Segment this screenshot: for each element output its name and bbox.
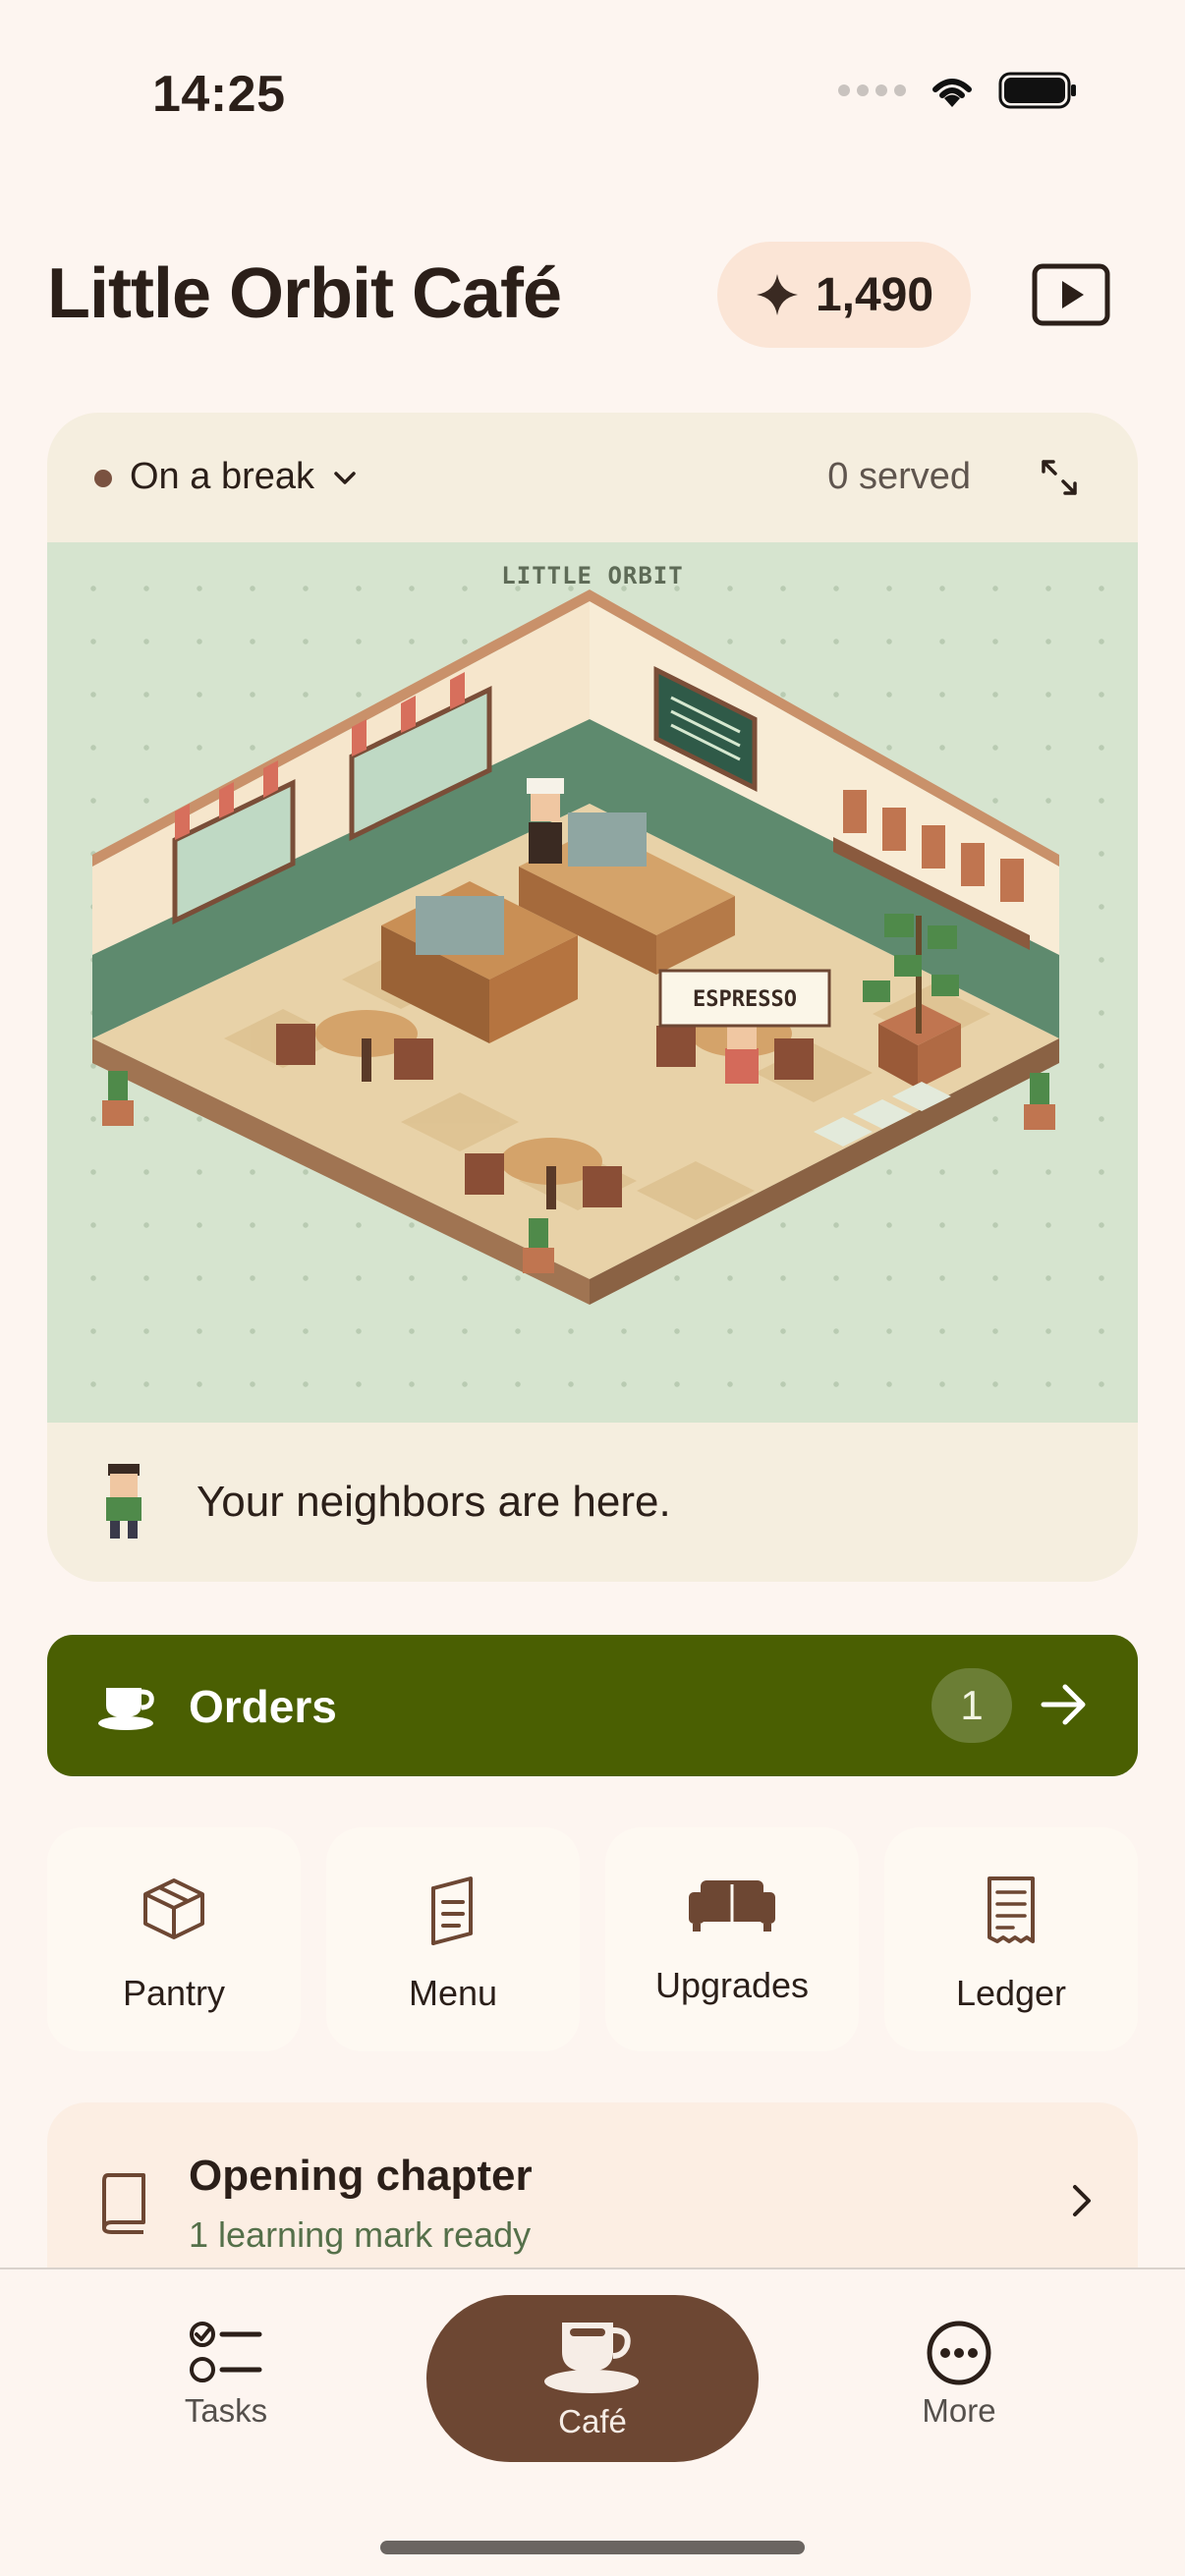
tab-more[interactable]: More — [880, 2319, 1038, 2430]
pantry-label: Pantry — [122, 1973, 226, 2013]
chevron-down-icon[interactable] — [330, 464, 360, 493]
menu-book-icon — [431, 1876, 473, 1945]
cafe-scene[interactable]: LITTLE ORBIT ESPRESSO — [47, 542, 1138, 1423]
ledger-tile[interactable]: Ledger — [884, 1827, 1138, 2051]
chevron-right-icon — [1073, 2185, 1091, 2216]
tab-more-label: More — [922, 2392, 996, 2429]
served-count: 0 served — [827, 456, 971, 497]
box-icon — [143, 1878, 204, 1939]
opening-chapter-card[interactable]: Opening chapter 1 learning mark ready — [47, 2102, 1138, 2269]
play-video-button[interactable] — [1032, 263, 1110, 326]
page-title: Little Orbit Café — [47, 254, 562, 333]
status-icons — [838, 71, 1079, 110]
pantry-tile[interactable]: Pantry — [47, 1827, 301, 2051]
espresso-sign: ESPRESSO — [693, 987, 797, 1012]
wifi-icon — [932, 79, 972, 107]
cafe-card-header: On a break 0 served — [47, 413, 1138, 542]
chapter-title: Opening chapter — [189, 2152, 533, 2200]
upgrades-label: Upgrades — [654, 1965, 810, 2005]
checklist-icon — [190, 2322, 262, 2382]
tab-tasks-label: Tasks — [184, 2392, 268, 2429]
coffee-cup-icon — [544, 2323, 639, 2393]
menu-label: Menu — [408, 1973, 498, 2013]
upgrades-tile[interactable]: Upgrades — [605, 1827, 859, 2051]
sparkle-icon — [756, 274, 798, 315]
coin-value: 1,490 — [815, 268, 934, 321]
chapter-subtitle: 1 learning mark ready — [189, 2214, 532, 2255]
neighbor-avatar-icon — [106, 1464, 141, 1539]
status-time: 14:25 — [152, 66, 286, 123]
ledger-label: Ledger — [955, 1973, 1067, 2013]
cellular-signal-icon — [838, 84, 906, 96]
more-dots-icon — [927, 2321, 991, 2385]
neighbors-message: Your neighbors are here. — [197, 1478, 671, 1526]
sofa-icon — [689, 1880, 775, 1932]
book-icon — [102, 2173, 145, 2234]
status-dropdown-label[interactable]: On a break — [130, 456, 314, 498]
neighbors-strip: Your neighbors are here. — [47, 1423, 1138, 1582]
home-indicator[interactable] — [380, 2541, 805, 2554]
orders-button[interactable]: Orders 1 — [47, 1635, 1138, 1776]
cafe-card: On a break 0 served LITTLE ORBIT ESPRESS… — [47, 413, 1138, 1582]
battery-icon — [998, 72, 1076, 109]
isometric-cafe-illustration: ESPRESSO — [92, 589, 1059, 1305]
status-dot — [94, 470, 112, 487]
arrow-right-icon — [1041, 1684, 1086, 1725]
expand-icon[interactable] — [1038, 456, 1081, 499]
orders-label: Orders — [189, 1681, 337, 1732]
coin-balance-pill[interactable]: 1,490 — [717, 242, 971, 348]
bottom-tab-bar: Tasks Café More — [0, 2268, 1185, 2576]
receipt-icon — [988, 1876, 1035, 1943]
tab-cafe-label: Café — [558, 2403, 627, 2439]
menu-tile[interactable]: Menu — [326, 1827, 580, 2051]
tab-tasks[interactable]: Tasks — [147, 2319, 305, 2430]
coffee-cup-icon — [98, 1688, 154, 1730]
orders-count-badge: 1 — [931, 1668, 1012, 1743]
tab-cafe[interactable]: Café — [426, 2295, 759, 2462]
